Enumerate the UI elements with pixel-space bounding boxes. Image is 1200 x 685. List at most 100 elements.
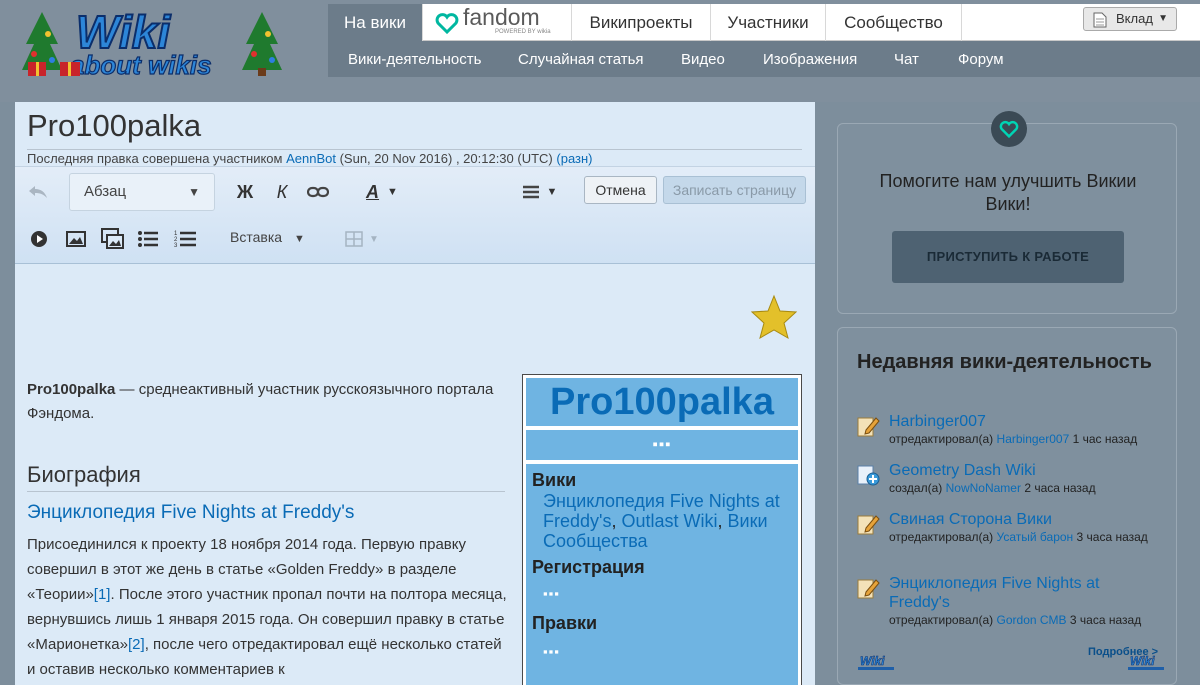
get-started-button[interactable]: ПРИСТУПИТЬ К РАБОТЕ [892, 231, 1124, 283]
text-style-icon: А [366, 181, 380, 202]
activity-item: Geometry Dash Wiki создал(а) NowNoNamer … [856, 461, 1166, 501]
create-icon [856, 463, 880, 487]
star-icon [750, 294, 798, 340]
site-header: Wiki about wikis На вики fandom POWERED … [0, 0, 1200, 102]
subnav-chat[interactable]: Чат [894, 41, 919, 77]
help-improve-card: Помогите нам улучшить Викии Вики! ПРИСТУ… [837, 111, 1177, 314]
activity-item: Энциклопедия Five Nights at Freddy's отр… [856, 574, 1166, 630]
gallery-icon[interactable] [100, 227, 126, 251]
cancel-button[interactable]: Отмена [584, 176, 657, 204]
infobox-registration-value: ▪▪▪ [543, 586, 560, 601]
paragraph-format-select[interactable]: Абзац ▼ [69, 173, 215, 211]
page-title: Pro100palka [27, 108, 202, 143]
wiki-logo[interactable]: Wiki about wikis [14, 4, 284, 81]
tab-community[interactable]: Сообщество [826, 4, 962, 41]
numbered-list-icon[interactable]: 123 [173, 228, 197, 250]
tab-on-wiki[interactable]: На вики [328, 4, 423, 41]
activity-user-link[interactable]: Gordon CMB [997, 613, 1067, 627]
recent-activity-card: Недавняя вики-деятельность Harbinger007 … [837, 327, 1177, 685]
last-edit-time: (Sun, 20 Nov 2016) , 20:12:30 (UTC) [339, 151, 553, 166]
article-content[interactable]: Pro100palka — среднеактивный участник ру… [15, 264, 815, 685]
table-icon[interactable]: ▼ [342, 228, 382, 250]
activity-user-link[interactable]: NowNoNamer [946, 481, 1021, 495]
reference-link-2[interactable]: [2] [128, 636, 145, 653]
chevron-down-icon: ▼ [293, 233, 305, 245]
activity-meta: отредактировал(а) Усатый барон 3 часа на… [889, 530, 1159, 545]
last-edit-info: Последняя правка совершена участником Ae… [27, 151, 593, 166]
editor-area: Pro100palka Последняя правка совершена у… [15, 102, 815, 685]
subnav-random-article[interactable]: Случайная статья [518, 41, 644, 77]
activity-time: 3 часа назад [1076, 530, 1148, 544]
insert-dropdown[interactable]: Вставка ▼ [230, 229, 305, 245]
intro-bold-name: Pro100palka [27, 381, 116, 398]
italic-button[interactable]: К [271, 179, 293, 205]
subnav-forum[interactable]: Форум [958, 41, 1004, 77]
tab-wikiprojects[interactable]: Википроекты [572, 4, 711, 41]
bold-button[interactable]: Ж [234, 179, 256, 205]
chevron-down-icon: ▼ [387, 186, 398, 198]
undo-icon[interactable] [27, 181, 49, 203]
wiki-mini-logo: Wiki [1128, 654, 1166, 672]
sub-navigation: Вики-деятельность Случайная статья Видео… [328, 41, 1200, 77]
chevron-down-icon: ▼ [188, 185, 200, 199]
intro-paragraph: Pro100palka — среднеактивный участник ру… [27, 378, 497, 426]
infobox-body: Вики Энциклопедия Five Nights at Freddy'… [526, 464, 798, 685]
infobox-registration-heading: Регистрация [532, 557, 645, 577]
infobox-edits-heading: Правки [532, 613, 598, 633]
last-edit-prefix: Последняя правка совершена участником [27, 151, 283, 166]
contributions-dropdown[interactable]: Вклад ▼ [1083, 7, 1177, 31]
activity-item: Свиная Сторона Вики отредактировал(а) Ус… [856, 510, 1166, 566]
page-icon [1093, 12, 1107, 35]
diff-link[interactable]: (разн) [556, 151, 592, 166]
fnaf-section-heading: Энциклопедия Five Nights at Freddy's [27, 502, 355, 523]
activity-meta: отредактировал(а) Harbinger007 1 час наз… [889, 432, 1159, 447]
last-edit-user-link[interactable]: AennBot [286, 151, 336, 166]
save-page-button[interactable]: Записать страницу [663, 176, 806, 204]
chevron-down-icon: ▼ [546, 186, 558, 198]
image-icon[interactable] [65, 229, 87, 249]
user-infobox: Pro100palka ▪▪▪ Вики Энциклопедия Five N… [522, 374, 802, 685]
edit-icon [856, 576, 880, 600]
title-divider [27, 149, 802, 150]
activity-action: создал(а) [889, 481, 943, 495]
subnav-video[interactable]: Видео [681, 41, 725, 77]
link-icon[interactable] [305, 179, 331, 205]
tab-fandom[interactable]: fandom POWERED BY wikia [423, 4, 572, 41]
bullet-list-icon[interactable] [137, 229, 159, 249]
help-improve-text: Помогите нам улучшить Викии Вики! [879, 171, 1137, 214]
activity-meta: отредактировал(а) Gordon CMB 3 часа наза… [889, 613, 1159, 628]
tab-users[interactable]: Участники [711, 4, 826, 41]
wiki-link-outlast[interactable]: Outlast Wiki [621, 511, 717, 531]
edit-icon [856, 414, 880, 438]
svg-text:Wiki: Wiki [1130, 654, 1155, 668]
fandom-heart-icon [991, 111, 1027, 147]
subnav-wiki-activity[interactable]: Вики-деятельность [348, 41, 481, 77]
infobox-image-placeholder: ▪▪▪ [526, 430, 798, 460]
text-style-dropdown[interactable]: А ▼ [362, 179, 402, 205]
edit-icon [856, 512, 880, 536]
infobox-title: Pro100palka [526, 378, 798, 426]
activity-time: 1 час назад [1072, 432, 1138, 446]
activity-meta: создал(а) NowNoNamer 2 часа назад [889, 481, 1159, 496]
activity-title-link[interactable]: Энциклопедия Five Nights at Freddy's [889, 574, 1159, 612]
wiki-mini-logo: Wiki [858, 654, 896, 672]
activity-user-link[interactable]: Усатый барон [997, 530, 1074, 544]
activity-action: отредактировал(а) [889, 613, 994, 627]
subnav-images[interactable]: Изображения [763, 41, 857, 77]
activity-action: отредактировал(а) [889, 432, 994, 446]
activity-action: отредактировал(а) [889, 530, 994, 544]
activity-user-link[interactable]: Harbinger007 [997, 432, 1070, 446]
chevron-down-icon: ▼ [369, 233, 379, 245]
chevron-down-icon: ▼ [1158, 13, 1168, 24]
activity-title-link[interactable]: Свиная Сторона Вики [889, 510, 1159, 529]
insert-label: Вставка [230, 229, 283, 245]
activity-title-link[interactable]: Geometry Dash Wiki [889, 461, 1159, 480]
menu-icon[interactable]: ▼ [520, 179, 560, 205]
biography-heading: Биография [27, 462, 505, 492]
reference-link-1[interactable]: [1] [94, 586, 111, 603]
svg-text:about wikis: about wikis [70, 50, 212, 80]
video-play-icon[interactable] [29, 229, 49, 249]
activity-time: 2 часа назад [1024, 481, 1096, 495]
contributions-label: Вклад [1116, 11, 1153, 26]
activity-title-link[interactable]: Harbinger007 [889, 412, 1159, 431]
